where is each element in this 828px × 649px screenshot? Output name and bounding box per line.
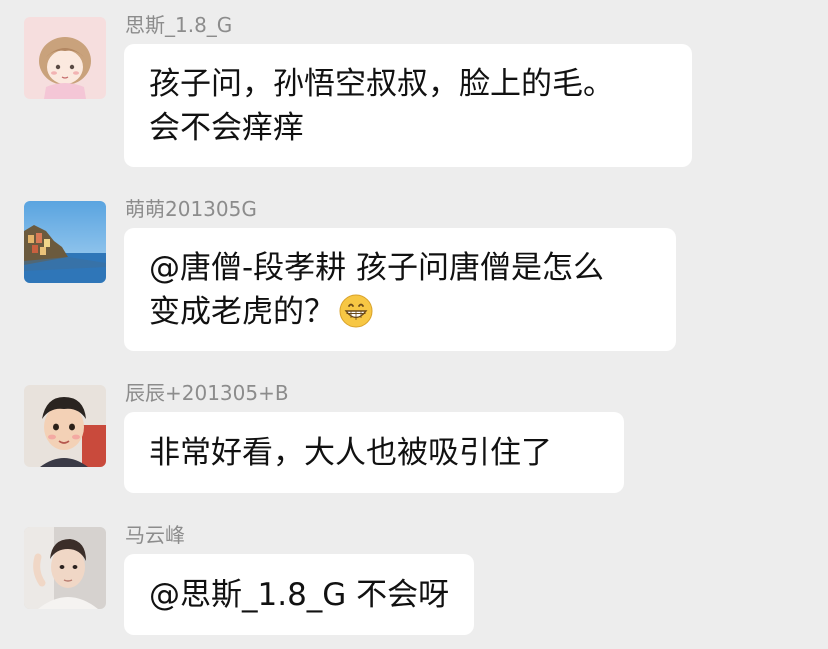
sender-name[interactable]: 萌萌201305G: [125, 196, 257, 222]
message-bubble[interactable]: 非常好看，大人也被吸引住了: [124, 412, 624, 493]
grinning-face-emoji: [339, 294, 373, 328]
sender-name[interactable]: 辰辰+201305+B: [125, 380, 289, 406]
message-bubble[interactable]: @唐僧-段孝耕 孩子问唐僧是怎么 变成老虎的？: [124, 228, 676, 351]
coastal-village-avatar[interactable]: [24, 201, 106, 283]
sender-name[interactable]: 马云峰: [125, 522, 185, 548]
cartoon-girl-avatar[interactable]: [24, 17, 106, 99]
message-text-line: 变成老虎的？: [149, 290, 652, 334]
message-text-line: 非常好看，大人也被吸引住了: [149, 435, 552, 471]
message-text: 变成老虎的？: [149, 294, 335, 330]
child-photo-avatar[interactable]: [24, 385, 106, 467]
message-text-line: 会不会痒痒: [149, 110, 304, 146]
message-text-line: @唐僧-段孝耕 孩子问唐僧是怎么: [149, 250, 605, 286]
message-bubble[interactable]: 孩子问，孙悟空叔叔，脸上的毛。 会不会痒痒: [124, 44, 692, 167]
sender-name[interactable]: 思斯_1.8_G: [125, 12, 232, 38]
message-text-line: 孩子问，孙悟空叔叔，脸上的毛。: [149, 66, 614, 102]
man-portrait-avatar[interactable]: [24, 527, 106, 609]
message-text-line: @思斯_1.8_G 不会呀: [149, 577, 450, 613]
message-bubble[interactable]: @思斯_1.8_G 不会呀: [124, 554, 474, 635]
